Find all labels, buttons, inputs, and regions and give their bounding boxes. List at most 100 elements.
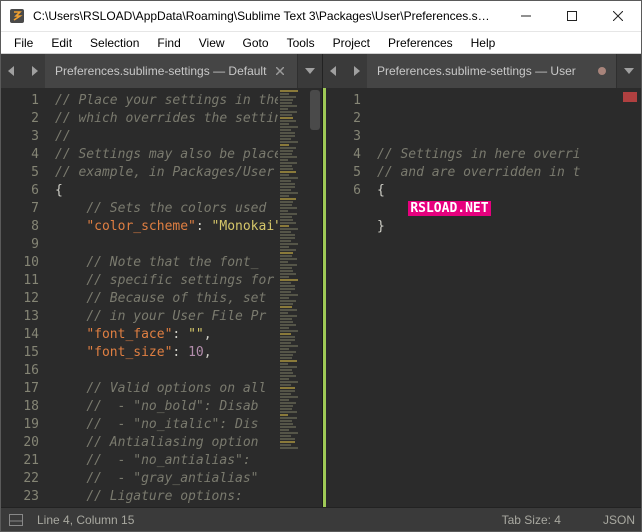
tab-prev-icon[interactable] [323,54,345,88]
left-gutter: 1234567891011121314151617181920212223 [1,88,49,507]
code-line[interactable]: RSLOAD.NET [377,200,641,218]
code-line[interactable]: // Antialiasing option [55,434,278,452]
line-number: 5 [332,164,361,182]
code-line[interactable]: } [377,218,641,236]
code-line[interactable]: // which overrides the settings [55,110,278,128]
menu-preferences[interactable]: Preferences [379,34,462,52]
line-number: 9 [7,236,39,254]
line-number: 5 [7,164,39,182]
code-line[interactable]: // Valid options on all [55,380,278,398]
line-number: 2 [7,110,39,128]
line-number: 21 [7,452,39,470]
right-editor[interactable]: // Settings in here overri// and are ove… [371,88,641,507]
code-line[interactable] [55,236,278,254]
code-line[interactable]: // - "no_antialias": [55,452,278,470]
code-line[interactable] [55,362,278,380]
code-line[interactable]: // Settings may also be placed [55,146,278,164]
left-editor[interactable]: // Place your settings in the// which ov… [49,88,278,507]
code-line[interactable]: // in your User File Pr [55,308,278,326]
code-line[interactable]: // - "no_italic": Dis [55,416,278,434]
left-tab-strip: Preferences.sublime-settings — Default [1,54,323,88]
menu-view[interactable]: View [190,34,234,52]
left-minimap[interactable] [278,88,308,507]
status-cursor[interactable]: Line 4, Column 15 [37,513,134,527]
titlebar: C:\Users\RSLOAD\AppData\Roaming\Sublime … [1,1,641,32]
tab-row: Preferences.sublime-settings — Default P… [1,54,641,88]
tab-next-icon[interactable] [23,54,45,88]
code-line[interactable]: // and are overridden in t [377,164,641,182]
code-line[interactable]: // Ligature options: [55,488,278,506]
right-gutter: 123456 [323,88,371,507]
line-number: 23 [7,488,39,506]
tab-dropdown-icon[interactable] [298,54,322,88]
window-title: C:\Users\RSLOAD\AppData\Roaming\Sublime … [33,9,503,23]
code-line[interactable]: // Sets the colors used [55,200,278,218]
menu-project[interactable]: Project [324,34,379,52]
line-number: 20 [7,434,39,452]
statusbar: Line 4, Column 15 Tab Size: 4 JSON [1,507,641,531]
code-line[interactable]: { [55,182,278,200]
code-line[interactable]: // Note that the font_ [55,254,278,272]
close-button[interactable] [595,1,641,32]
code-line[interactable]: { [377,182,641,200]
code-line[interactable] [377,236,641,254]
menu-edit[interactable]: Edit [42,34,81,52]
code-line[interactable]: "color_scheme": "Monokai" [55,218,278,236]
code-line[interactable]: "font_face": "", [55,326,278,344]
scrollbar-thumb[interactable] [310,90,320,130]
line-number: 4 [7,146,39,164]
line-number: 14 [7,326,39,344]
window-controls [503,1,641,32]
tab-next-icon[interactable] [345,54,367,88]
line-number: 12 [7,290,39,308]
line-number: 22 [7,470,39,488]
line-number: 3 [7,128,39,146]
menu-tools[interactable]: Tools [278,34,324,52]
code-line[interactable]: // example, in Packages/User [55,164,278,182]
code-line[interactable]: // specific settings for [55,272,278,290]
left-scrollbar[interactable] [308,88,322,507]
line-number: 13 [7,308,39,326]
code-line[interactable]: // - "no_bold": Disab [55,398,278,416]
tab-dirty-icon [598,67,606,75]
menu-file[interactable]: File [5,34,42,52]
code-line[interactable]: // Settings in here overri [377,146,641,164]
tab-left-label: Preferences.sublime-settings — Default [55,64,267,78]
status-tab-size[interactable]: Tab Size: 4 [502,513,561,527]
line-number: 11 [7,272,39,290]
line-number: 7 [7,200,39,218]
menu-goto[interactable]: Goto [234,34,278,52]
tab-close-icon[interactable] [273,64,287,78]
line-number: 10 [7,254,39,272]
tab-right[interactable]: Preferences.sublime-settings — User [367,54,617,88]
app-icon [9,8,25,24]
line-number: 6 [332,182,361,200]
code-line[interactable]: "font_size": 10, [55,344,278,362]
minimize-button[interactable] [503,1,549,32]
tab-prev-icon[interactable] [1,54,23,88]
code-line[interactable]: // Place your settings in the [55,92,278,110]
line-number: 8 [7,218,39,236]
status-syntax[interactable]: JSON [603,513,635,527]
lint-error-icon[interactable] [623,92,637,102]
tab-left[interactable]: Preferences.sublime-settings — Default [45,54,298,88]
app-window: C:\Users\RSLOAD\AppData\Roaming\Sublime … [0,0,642,532]
maximize-button[interactable] [549,1,595,32]
menubar: File Edit Selection Find View Goto Tools… [1,32,641,54]
menu-selection[interactable]: Selection [81,34,148,52]
menu-help[interactable]: Help [462,34,505,52]
panel-switcher-icon[interactable] [7,513,25,527]
menu-find[interactable]: Find [148,34,189,52]
editor-panes: 1234567891011121314151617181920212223 //… [1,88,641,507]
line-number: 15 [7,344,39,362]
code-line[interactable]: // - "gray_antialias" [55,470,278,488]
code-line[interactable]: // Because of this, set [55,290,278,308]
line-number: 19 [7,416,39,434]
line-number: 1 [332,92,361,110]
line-number: 17 [7,380,39,398]
line-number: 2 [332,110,361,128]
line-number: 6 [7,182,39,200]
line-number: 18 [7,398,39,416]
code-line[interactable]: // [55,128,278,146]
tab-dropdown-icon[interactable] [617,54,641,88]
